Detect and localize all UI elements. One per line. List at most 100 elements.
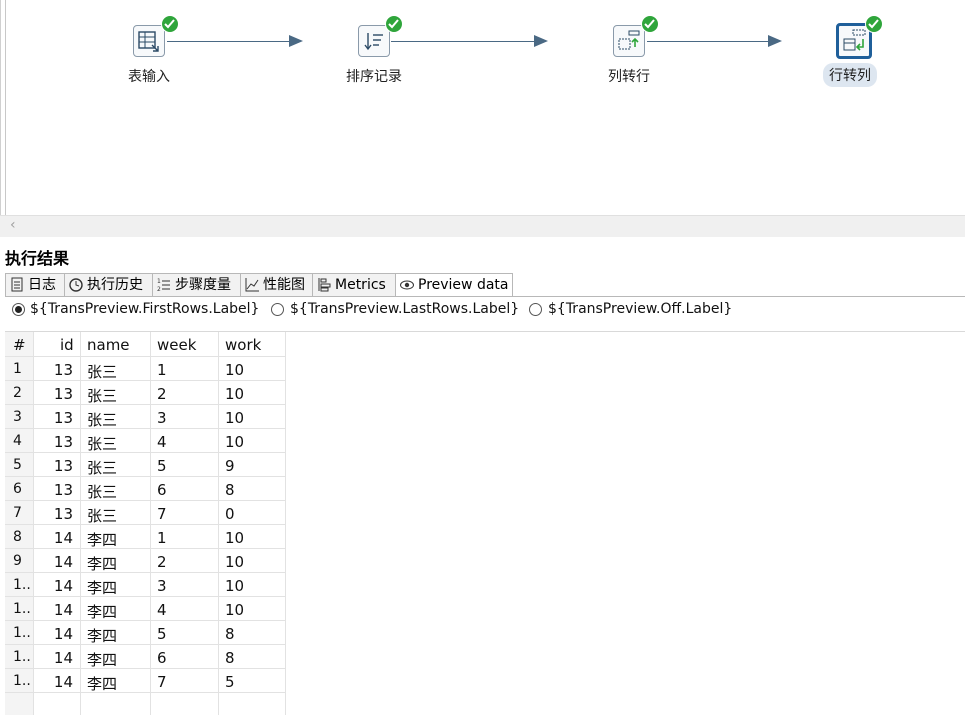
- radio-off[interactable]: [529, 303, 542, 316]
- radio-first-rows[interactable]: [12, 303, 25, 316]
- hop-line-1[interactable]: [167, 41, 291, 42]
- column-header-name[interactable]: name: [87, 336, 130, 354]
- row-number-cell[interactable]: 3: [13, 409, 22, 425]
- tab-metrics[interactable]: Metrics: [312, 273, 396, 296]
- week-cell[interactable]: 6: [157, 481, 167, 499]
- id-cell[interactable]: 13: [33, 457, 73, 475]
- work-cell[interactable]: 10: [225, 433, 244, 451]
- row-number-cell[interactable]: 1..: [13, 601, 31, 617]
- hop-line-3[interactable]: [647, 41, 772, 42]
- id-cell[interactable]: 14: [33, 625, 73, 643]
- name-cell[interactable]: 张三: [87, 433, 117, 454]
- scroll-left-icon[interactable]: ‹: [10, 217, 16, 233]
- week-cell[interactable]: 4: [157, 433, 167, 451]
- name-cell[interactable]: 张三: [87, 505, 117, 526]
- tab-step-metrics[interactable]: 12 步骤度量: [152, 273, 241, 296]
- work-cell[interactable]: 10: [225, 385, 244, 403]
- id-cell[interactable]: 13: [33, 505, 73, 523]
- radio-label[interactable]: ${TransPreview.FirstRows.Label}: [30, 301, 259, 317]
- id-cell[interactable]: 13: [33, 409, 73, 427]
- week-cell[interactable]: 2: [157, 553, 167, 571]
- tab-history[interactable]: 执行历史: [64, 273, 153, 296]
- work-cell[interactable]: 8: [225, 649, 235, 667]
- column-header-rownum[interactable]: #: [13, 336, 26, 354]
- id-cell[interactable]: 13: [33, 433, 73, 451]
- work-cell[interactable]: 10: [225, 361, 244, 379]
- tab-log[interactable]: 日志: [5, 273, 65, 296]
- week-cell[interactable]: 1: [157, 361, 167, 379]
- canvas-horizontal-scrollbar[interactable]: ‹: [0, 215, 965, 237]
- id-cell[interactable]: 13: [33, 385, 73, 403]
- id-cell[interactable]: 14: [33, 577, 73, 595]
- work-cell[interactable]: 10: [225, 409, 244, 427]
- id-cell[interactable]: 14: [33, 529, 73, 547]
- name-cell[interactable]: 李四: [87, 649, 117, 670]
- row-number-cell[interactable]: 9: [13, 553, 22, 569]
- step-label[interactable]: 排序记录: [334, 66, 414, 86]
- week-cell[interactable]: 4: [157, 601, 167, 619]
- week-cell[interactable]: 5: [157, 625, 167, 643]
- id-cell[interactable]: 13: [33, 481, 73, 499]
- step-label[interactable]: 列转行: [599, 66, 659, 86]
- preview-table[interactable]: # id name week work 1 13 张三 1 10 2 13 张三 2 10 3 13 张…: [5, 331, 965, 715]
- name-cell[interactable]: 李四: [87, 673, 117, 694]
- row-number-cell[interactable]: 8: [13, 529, 22, 545]
- week-cell[interactable]: 5: [157, 457, 167, 475]
- id-cell[interactable]: 14: [33, 649, 73, 667]
- step-label[interactable]: 表输入: [119, 66, 179, 86]
- row-number-cell[interactable]: 1..: [13, 625, 31, 641]
- row-number-cell[interactable]: 1..: [13, 673, 31, 689]
- row-number-cell[interactable]: 1..: [13, 577, 31, 593]
- row-number-cell[interactable]: 1..: [13, 649, 31, 665]
- radio-last-rows[interactable]: [271, 303, 284, 316]
- work-cell[interactable]: 10: [225, 601, 244, 619]
- name-cell[interactable]: 李四: [87, 529, 117, 550]
- week-cell[interactable]: 3: [157, 577, 167, 595]
- name-cell[interactable]: 张三: [87, 457, 117, 478]
- work-cell[interactable]: 5: [225, 673, 235, 691]
- row-number-cell[interactable]: 5: [13, 457, 22, 473]
- row-number-cell[interactable]: 4: [13, 433, 22, 449]
- work-cell[interactable]: 0: [225, 505, 235, 523]
- name-cell[interactable]: 张三: [87, 409, 117, 430]
- row-number-cell[interactable]: 6: [13, 481, 22, 497]
- name-cell[interactable]: 李四: [87, 625, 117, 646]
- row-number-cell[interactable]: 7: [13, 505, 22, 521]
- name-cell[interactable]: 李四: [87, 553, 117, 574]
- step-label-selected[interactable]: 行转列: [823, 63, 877, 87]
- column-header-id[interactable]: id: [60, 336, 74, 354]
- id-cell[interactable]: 14: [33, 553, 73, 571]
- step-table-input[interactable]: [133, 25, 165, 57]
- work-cell[interactable]: 10: [225, 553, 244, 571]
- name-cell[interactable]: 李四: [87, 601, 117, 622]
- step-row-normaliser[interactable]: [613, 25, 645, 57]
- hop-line-2[interactable]: [391, 41, 536, 42]
- week-cell[interactable]: 7: [157, 673, 167, 691]
- week-cell[interactable]: 3: [157, 409, 167, 427]
- week-cell[interactable]: 6: [157, 649, 167, 667]
- id-cell[interactable]: 14: [33, 673, 73, 691]
- row-number-cell[interactable]: 1: [13, 361, 22, 377]
- work-cell[interactable]: 9: [225, 457, 235, 475]
- transformation-canvas[interactable]: 表输入 排序记录 列转行 行转列: [0, 0, 965, 237]
- name-cell[interactable]: 张三: [87, 481, 117, 502]
- work-cell[interactable]: 10: [225, 577, 244, 595]
- radio-label[interactable]: ${TransPreview.Off.Label}: [548, 301, 732, 317]
- tab-performance[interactable]: 性能图: [240, 273, 313, 296]
- work-cell[interactable]: 8: [225, 625, 235, 643]
- name-cell[interactable]: 李四: [87, 577, 117, 598]
- name-cell[interactable]: 张三: [87, 361, 117, 382]
- id-cell[interactable]: 13: [33, 361, 73, 379]
- week-cell[interactable]: 7: [157, 505, 167, 523]
- column-header-week[interactable]: week: [157, 336, 196, 354]
- week-cell[interactable]: 1: [157, 529, 167, 547]
- row-number-cell[interactable]: 2: [13, 385, 22, 401]
- work-cell[interactable]: 8: [225, 481, 235, 499]
- step-sort-rows[interactable]: [358, 25, 390, 57]
- column-header-work[interactable]: work: [225, 336, 261, 354]
- week-cell[interactable]: 2: [157, 385, 167, 403]
- radio-label[interactable]: ${TransPreview.LastRows.Label}: [290, 301, 519, 317]
- tab-preview-data[interactable]: Preview data: [395, 273, 513, 296]
- id-cell[interactable]: 14: [33, 601, 73, 619]
- name-cell[interactable]: 张三: [87, 385, 117, 406]
